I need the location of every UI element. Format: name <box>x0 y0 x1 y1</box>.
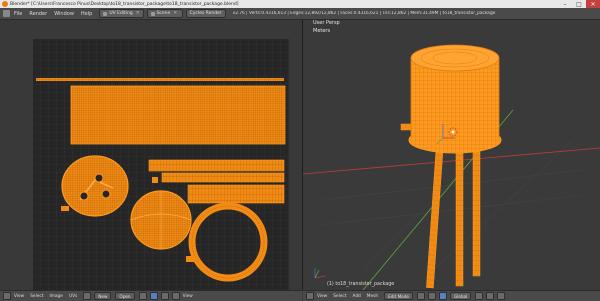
shading-mode-icon[interactable] <box>416 292 425 300</box>
new-image-button[interactable]: New <box>94 292 112 300</box>
uv-island-leads-mid[interactable] <box>161 172 285 183</box>
window-title: Blender* [C:\Users\Francesco Pinus\Deskt… <box>10 1 239 7</box>
vertex-select-icon[interactable] <box>160 292 169 300</box>
uv-menu-view[interactable]: View <box>14 294 24 299</box>
layer-icon[interactable] <box>475 292 484 300</box>
active-object-label: (1) to18_transistor_package <box>327 282 395 287</box>
snap-icon[interactable] <box>486 292 495 300</box>
units-label: Meters <box>313 28 331 34</box>
scene-selector[interactable]: Scene ✕ <box>146 9 183 18</box>
viewport-editor-type-icon[interactable] <box>306 292 314 300</box>
blender-logo-icon <box>2 1 8 7</box>
menu-help[interactable]: Help <box>81 11 92 17</box>
scene-label: Scene <box>156 11 171 16</box>
uv-island-body[interactable] <box>70 85 286 145</box>
uv-island-base-disc[interactable] <box>61 155 129 217</box>
maximize-button[interactable]: □ <box>572 0 586 8</box>
manipulator-toggle-icon[interactable] <box>438 292 447 300</box>
uv-view-menu-2[interactable]: View <box>183 294 193 299</box>
close-scene-icon[interactable]: ✕ <box>173 11 177 16</box>
menu-file[interactable]: File <box>14 11 22 17</box>
screen-layout-label: UV Editing <box>109 11 133 16</box>
render-engine-label: Cycles Render <box>189 11 222 16</box>
uv-island-leads-top[interactable] <box>148 159 285 172</box>
uv-island-strip[interactable] <box>36 78 284 81</box>
uv-canvas[interactable] <box>0 20 302 290</box>
uv-editor-type-icon[interactable] <box>3 292 11 300</box>
vp-menu-view[interactable]: View <box>317 294 327 299</box>
mode-selector[interactable]: Edit Mode <box>384 292 413 300</box>
close-layout-icon[interactable]: ✕ <box>136 11 140 16</box>
vp-menu-select[interactable]: Select <box>333 294 346 299</box>
uv-menu-select[interactable]: Select <box>30 294 43 299</box>
open-image-button[interactable]: Open <box>115 292 135 300</box>
pivot-point-icon[interactable] <box>427 292 436 300</box>
view-type-label: User Persp <box>313 20 340 26</box>
pivot-icon[interactable] <box>138 292 147 300</box>
proportional-edit-icon[interactable] <box>497 292 506 300</box>
3d-viewport[interactable]: User Persp Meters (1) to18_transistor_pa… <box>303 20 600 290</box>
uv-island-small-square[interactable] <box>152 177 158 183</box>
viewport-header: View Select Add Mesh Edit Mode Global <box>303 290 600 301</box>
minimize-button[interactable]: – <box>558 0 572 8</box>
uv-island-dome[interactable] <box>130 190 192 250</box>
render-engine-selector[interactable]: Cycles Render <box>185 9 226 18</box>
layout-icon <box>103 11 108 16</box>
uv-image-editor[interactable] <box>0 20 302 290</box>
uv-editor-header: View Select Image UVs New Open View <box>0 290 302 301</box>
uv-menu-uvs[interactable]: UVs <box>69 294 77 299</box>
vp-menu-add[interactable]: Add <box>352 294 360 299</box>
window-titlebar: Blender* [C:\Users\Francesco Pinus\Deskt… <box>0 0 600 8</box>
transistor-can[interactable] <box>410 44 500 149</box>
scene-stats: v2.76 | Verts:0.4316,613 | Edges:12,892/… <box>232 11 496 16</box>
screen-layout-selector[interactable]: UV Editing ✕ <box>99 9 144 18</box>
image-browse-icon[interactable] <box>83 292 92 300</box>
menu-window[interactable]: Window <box>54 11 74 17</box>
close-button[interactable]: ✕ <box>586 0 600 8</box>
viewport-canvas[interactable] <box>303 20 600 290</box>
info-header: File Render Window Help UV Editing ✕ Sce… <box>0 8 600 20</box>
scene-icon <box>150 11 155 16</box>
menu-render[interactable]: Render <box>29 11 47 17</box>
window-controls: – □ ✕ <box>558 0 600 8</box>
transform-orientation-selector[interactable]: Global <box>449 292 472 300</box>
vp-menu-mesh[interactable]: Mesh <box>367 294 378 299</box>
uv-menu-image[interactable]: Image <box>49 294 62 299</box>
sync-selection-icon[interactable] <box>149 292 158 300</box>
edge-select-icon[interactable] <box>171 292 180 300</box>
editor-type-icon[interactable] <box>3 10 10 17</box>
uv-island-leads-bottom[interactable] <box>187 184 285 204</box>
